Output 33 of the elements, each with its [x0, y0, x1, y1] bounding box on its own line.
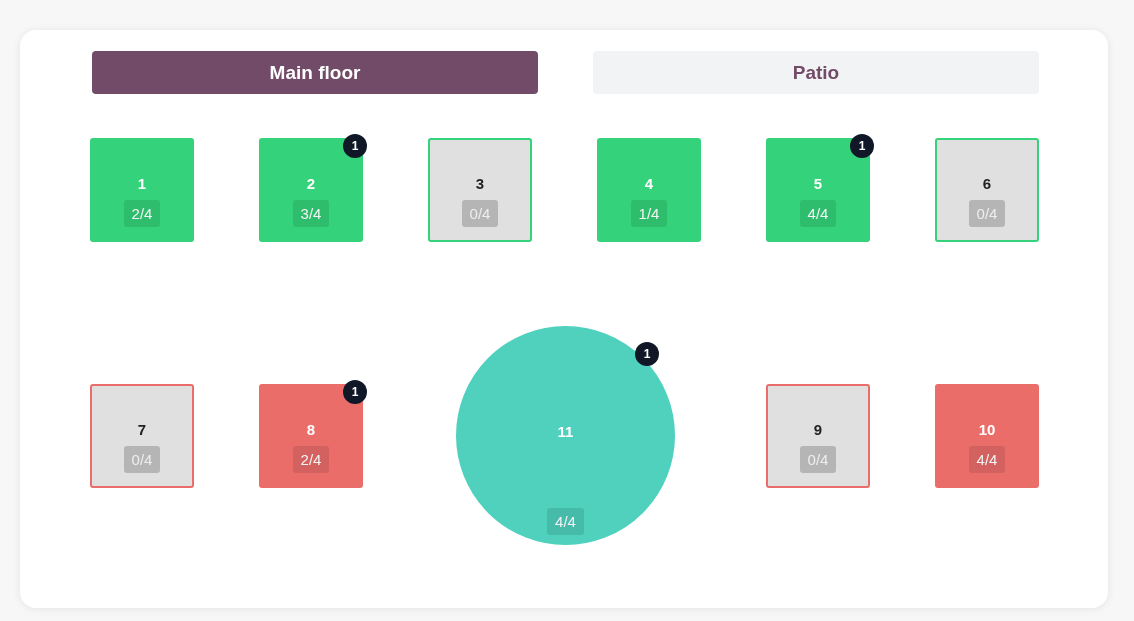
table-number: 4 — [644, 175, 654, 192]
seat-count: 1/4 — [630, 200, 668, 227]
round-table[interactable]: 11 4/4 1 — [456, 326, 675, 545]
table-number: 7 — [137, 420, 147, 438]
table-number: 6 — [982, 175, 992, 192]
square-table[interactable]: 7 0/4 — [90, 383, 194, 488]
seat-count: 0/4 — [123, 445, 161, 473]
square-table[interactable]: 3 0/4 — [428, 138, 532, 242]
seat-count: 0/4 — [799, 445, 837, 473]
order-badge: 1 — [343, 134, 367, 158]
floor-tab[interactable]: Patio — [593, 51, 1039, 94]
table-number: 9 — [813, 420, 823, 438]
seat-count: 2/4 — [292, 445, 330, 473]
square-table[interactable]: 9 0/4 — [766, 383, 870, 488]
seat-count: 3/4 — [292, 200, 330, 227]
order-badge: 1 — [635, 342, 659, 366]
table-number: 1 — [137, 175, 147, 192]
table-number: 8 — [306, 420, 316, 438]
seat-count: 2/4 — [123, 200, 161, 227]
seat-count: 0/4 — [968, 200, 1006, 227]
square-table[interactable]: 6 0/4 — [935, 138, 1039, 242]
seat-count: 4/4 — [968, 445, 1006, 473]
order-badge: 1 — [343, 379, 367, 404]
table-number: 11 — [557, 423, 574, 440]
table-number: 5 — [813, 175, 823, 192]
table-number: 2 — [306, 175, 316, 192]
table-number: 3 — [475, 175, 485, 192]
floor-tab[interactable]: Main floor — [92, 51, 538, 94]
seat-count: 4/4 — [547, 508, 584, 535]
table-number: 10 — [978, 420, 996, 438]
order-badge: 1 — [850, 134, 874, 158]
seat-count: 4/4 — [799, 200, 837, 227]
seat-count: 0/4 — [461, 200, 499, 227]
